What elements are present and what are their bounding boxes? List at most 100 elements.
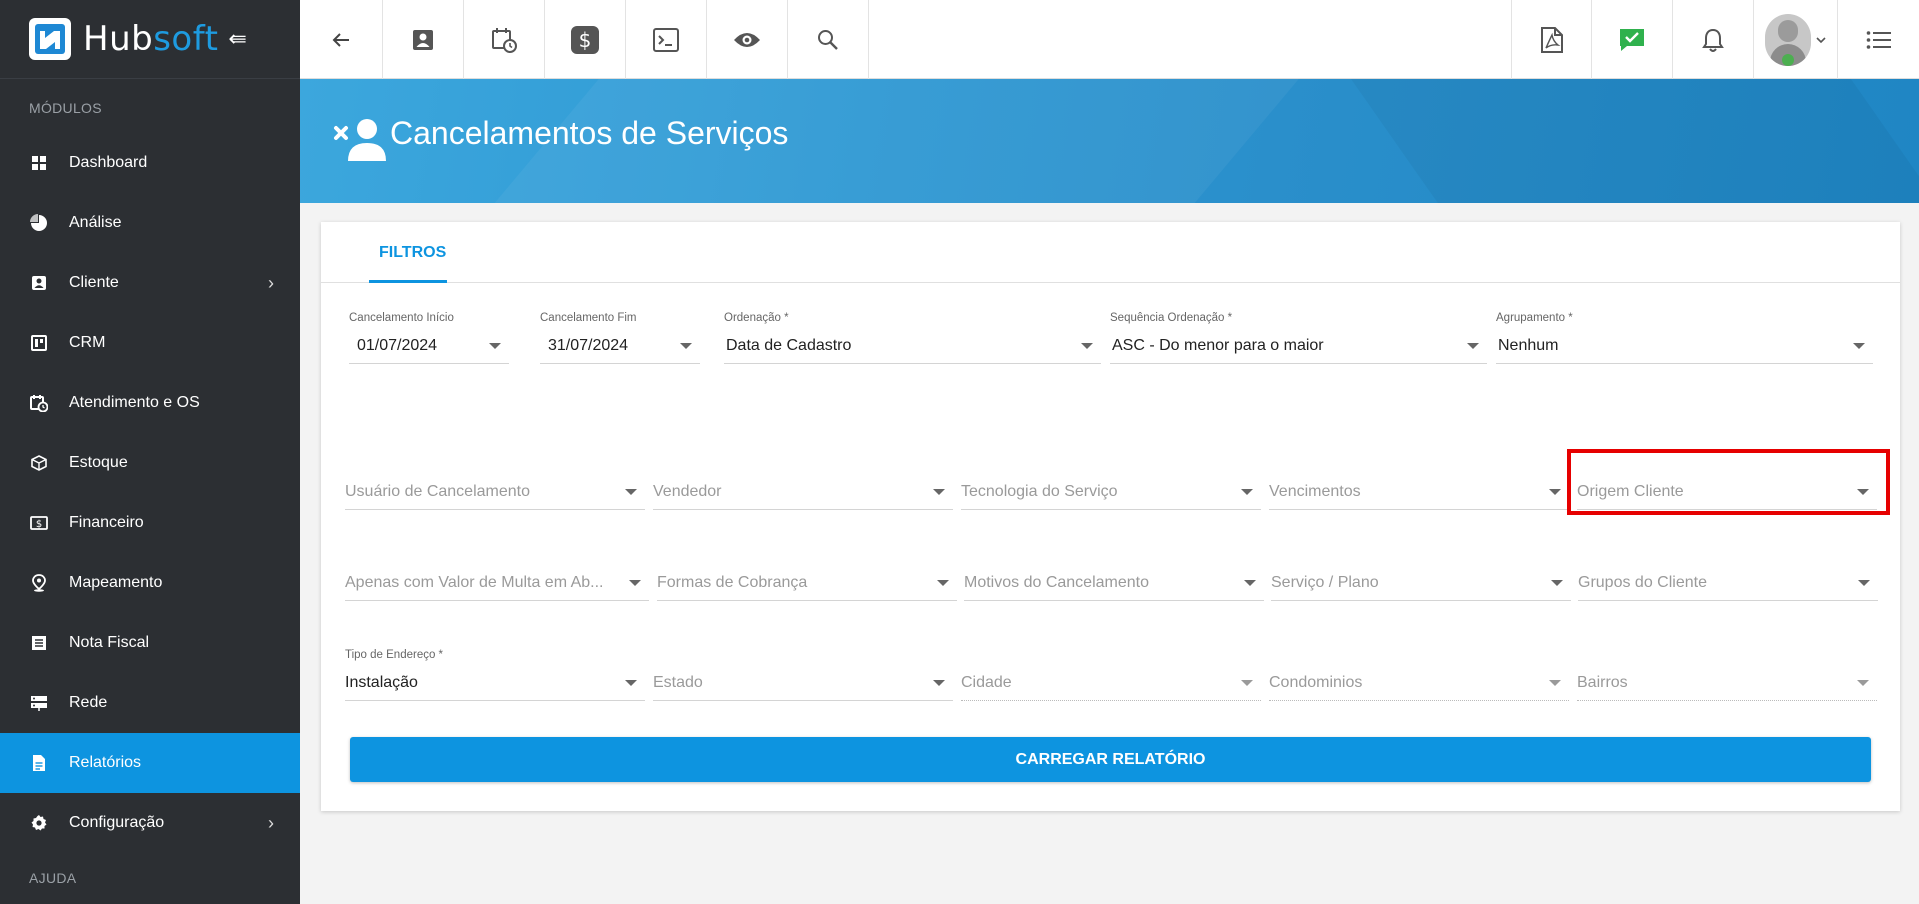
field-value[interactable]: Nenhum — [1496, 327, 1873, 364]
carregar-relatorio-button[interactable]: CARREGAR RELATÓRIO — [350, 737, 1871, 782]
field-placeholder[interactable]: Tecnologia do Serviço — [961, 473, 1261, 510]
field-label: Agrupamento * — [1496, 312, 1573, 324]
sidebar-item-label: Financeiro — [69, 514, 144, 531]
field-label: Tipo de Endereço * — [345, 649, 444, 661]
sidebar-item-atendimento[interactable]: Atendimento e OS — [0, 373, 300, 433]
field-value[interactable]: Instalação — [345, 664, 645, 701]
filters-card: FILTROS Cancelamento Início 01/07/2024 C… — [321, 222, 1900, 811]
brand: Hubsoft ⇚ — [0, 0, 300, 79]
map-pin-icon — [29, 573, 49, 593]
notifications-button[interactable] — [1673, 0, 1754, 79]
chevron-right-icon: › — [268, 272, 274, 293]
dollar-icon: $ — [571, 25, 599, 54]
dropdown-arrow-icon[interactable] — [1241, 489, 1253, 495]
financial-shortcut-button[interactable]: $ — [545, 0, 626, 79]
box-icon — [29, 453, 49, 473]
sidebar-item-mapeamento[interactable]: Mapeamento — [0, 553, 300, 613]
sidebar-item-dashboard[interactable]: Dashboard — [0, 133, 300, 193]
hubsoft-logo[interactable] — [29, 18, 71, 60]
dropdown-arrow-icon[interactable] — [625, 680, 637, 686]
back-arrow-icon — [332, 32, 349, 47]
sidebar-item-rede[interactable]: Rede — [0, 673, 300, 733]
sidebar-item-label: Dashboard — [69, 154, 148, 171]
money-icon: $ — [29, 513, 49, 533]
sidebar-item-label: Rede — [69, 694, 108, 711]
dropdown-arrow-icon[interactable] — [933, 489, 945, 495]
sidebar-item-estoque[interactable]: Estoque — [0, 433, 300, 493]
field-placeholder[interactable]: Serviço / Plano — [1271, 564, 1571, 601]
back-button[interactable] — [300, 0, 383, 79]
server-icon — [29, 693, 49, 713]
list-menu-button[interactable] — [1838, 0, 1919, 79]
dropdown-arrow-icon — [1549, 680, 1561, 686]
dropdown-arrow-icon[interactable] — [1081, 343, 1093, 349]
field-placeholder: Condominios — [1269, 664, 1569, 701]
page-header-banner: Cancelamentos de Serviços — [300, 79, 1919, 203]
sidebar-item-label: Cliente — [69, 274, 119, 291]
pdf-button[interactable] — [1511, 0, 1592, 79]
top-toolbar: $ — [300, 0, 1919, 79]
help-section-label: AJUDA — [29, 870, 77, 886]
search-button[interactable] — [788, 0, 869, 79]
field-value[interactable]: 01/07/2024 — [349, 327, 509, 364]
tab-bar: FILTROS — [321, 222, 1900, 283]
sidebar-menu: Dashboard Análise Cliente › CRM Atendime… — [0, 133, 300, 853]
active-tab-indicator — [369, 280, 447, 283]
dropdown-arrow-icon[interactable] — [933, 680, 945, 686]
dropdown-arrow-icon[interactable] — [1858, 580, 1870, 586]
field-placeholder[interactable]: Estado — [653, 664, 953, 701]
calendar-clock-icon — [29, 393, 49, 413]
field-placeholder[interactable]: Formas de Cobrança — [657, 564, 957, 601]
service-orders-shortcut-button[interactable] — [464, 0, 545, 79]
svg-text:$: $ — [36, 519, 42, 530]
sidebar-item-crm[interactable]: CRM — [0, 313, 300, 373]
user-menu-button[interactable] — [1754, 0, 1838, 79]
sidebar-item-analise[interactable]: Análise — [0, 193, 300, 253]
dropdown-arrow-icon — [1857, 680, 1869, 686]
field-placeholder[interactable]: Grupos do Cliente — [1578, 564, 1878, 601]
user-avatar[interactable] — [1764, 13, 1811, 66]
terminal-shortcut-button[interactable] — [626, 0, 707, 79]
calendar-clock-icon — [492, 27, 517, 53]
bell-icon — [1702, 28, 1724, 52]
field-placeholder: Bairros — [1577, 664, 1877, 701]
dropdown-arrow-icon[interactable] — [625, 489, 637, 495]
field-placeholder[interactable]: Vendedor — [653, 473, 953, 510]
field-value[interactable]: ASC - Do menor para o maior — [1110, 327, 1487, 364]
sidebar-item-configuracao[interactable]: Configuração › — [0, 793, 300, 853]
online-status-badge — [1781, 53, 1794, 66]
sidebar-item-label: Configuração — [69, 814, 165, 831]
sidebar-item-financeiro[interactable]: $ Financeiro — [0, 493, 300, 553]
field-placeholder: Cidade — [961, 664, 1261, 701]
view-shortcut-button[interactable] — [707, 0, 788, 79]
page-title: Cancelamentos de Serviços — [390, 115, 789, 151]
collapse-menu-icon[interactable]: ⇚ — [228, 26, 246, 52]
field-value[interactable]: 31/07/2024 — [540, 327, 700, 364]
dropdown-arrow-icon[interactable] — [1244, 580, 1256, 586]
chat-button[interactable] — [1592, 0, 1673, 79]
dropdown-arrow-icon[interactable] — [1549, 489, 1561, 495]
tab-filtros[interactable]: FILTROS — [369, 222, 456, 283]
clients-shortcut-button[interactable] — [383, 0, 464, 79]
gear-icon — [29, 813, 49, 833]
dropdown-arrow-icon[interactable] — [1467, 343, 1479, 349]
field-placeholder[interactable]: Apenas com Valor de Multa em Ab... — [345, 564, 649, 601]
sidebar-item-nota-fiscal[interactable]: Nota Fiscal — [0, 613, 300, 673]
chat-check-icon — [1620, 28, 1644, 51]
dropdown-arrow-icon[interactable] — [1853, 343, 1865, 349]
sidebar-item-label: Estoque — [69, 454, 128, 471]
dropdown-arrow-icon[interactable] — [1551, 580, 1563, 586]
user-remove-icon — [334, 119, 386, 161]
sidebar-item-relatorios[interactable]: Relatórios — [0, 733, 300, 793]
field-placeholder[interactable]: Motivos do Cancelamento — [964, 564, 1264, 601]
dropdown-arrow-icon[interactable] — [489, 343, 501, 349]
field-placeholder[interactable]: Usuário de Cancelamento — [345, 473, 645, 510]
field-placeholder[interactable]: Vencimentos — [1269, 473, 1569, 510]
field-value[interactable]: Data de Cadastro — [724, 327, 1101, 364]
dropdown-arrow-icon[interactable] — [937, 580, 949, 586]
dropdown-arrow-icon[interactable] — [629, 580, 641, 586]
dropdown-arrow-icon[interactable] — [680, 343, 692, 349]
sidebar-item-cliente[interactable]: Cliente › — [0, 253, 300, 313]
chevron-down-icon — [1815, 36, 1826, 43]
highlight-annotation — [1567, 449, 1890, 515]
